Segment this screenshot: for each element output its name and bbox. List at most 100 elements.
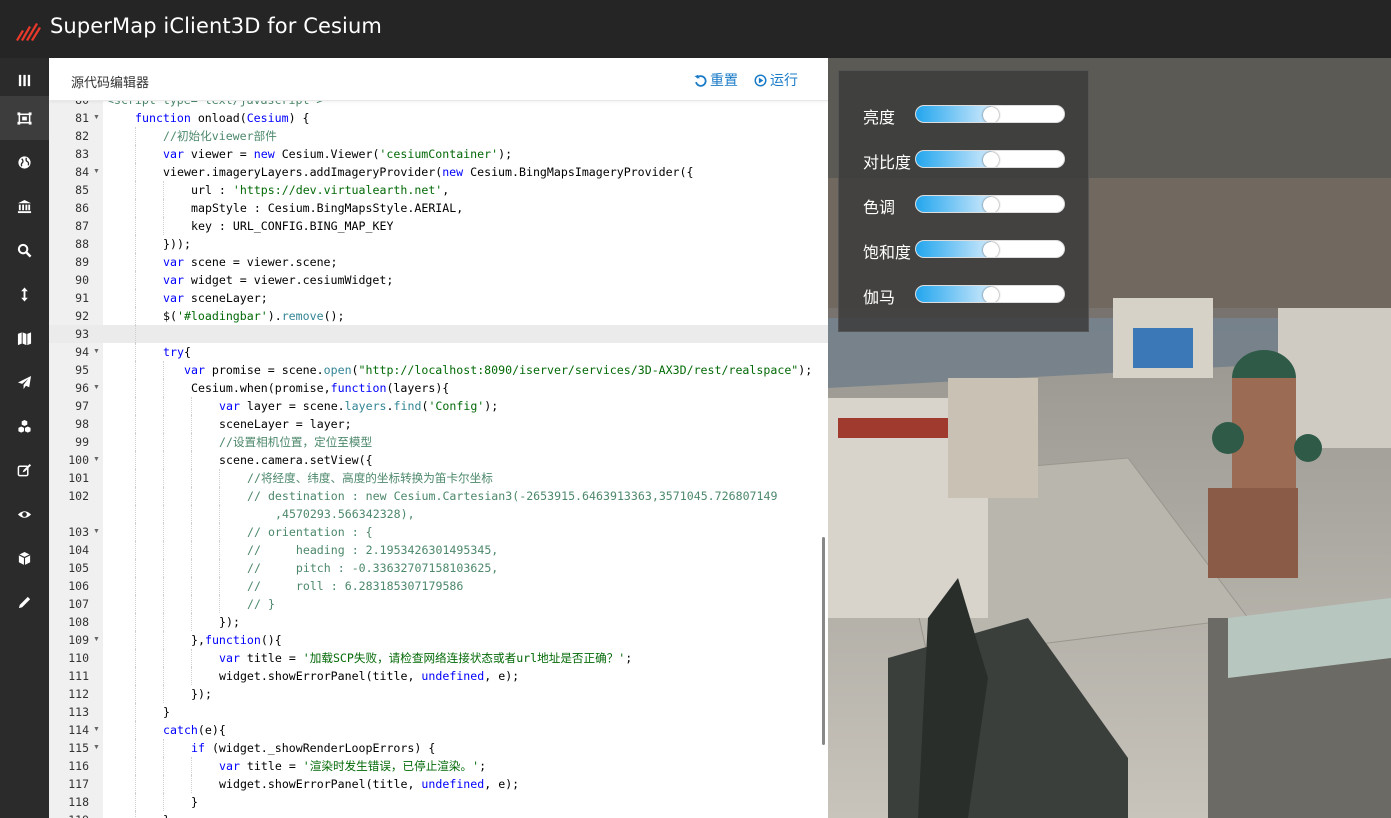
fold-arrow-icon[interactable]: ▼ bbox=[93, 379, 100, 397]
adjust-slider[interactable] bbox=[915, 285, 1065, 303]
code-line[interactable]: 101 //将经度、纬度、高度的坐标转换为笛卡尔坐标 bbox=[49, 469, 828, 487]
sidebar-item-cube[interactable] bbox=[0, 536, 49, 580]
fold-arrow-icon[interactable]: ▼ bbox=[93, 343, 100, 361]
indent-guide bbox=[135, 685, 136, 703]
slider-thumb[interactable] bbox=[983, 107, 999, 122]
line-number: 113 bbox=[68, 705, 89, 719]
sidebar-item-building[interactable] bbox=[0, 184, 49, 228]
fold-arrow-icon[interactable]: ▼ bbox=[93, 451, 100, 469]
adjust-slider[interactable] bbox=[915, 195, 1065, 213]
code-line[interactable]: 95 var promise = scene.open("http://local… bbox=[49, 361, 828, 379]
indent-guide bbox=[135, 811, 136, 818]
indent-guide bbox=[135, 217, 136, 235]
adjust-slider[interactable] bbox=[915, 240, 1065, 258]
sidebar-item-cubes[interactable] bbox=[0, 404, 49, 448]
code-line[interactable]: 119} bbox=[49, 811, 828, 818]
indent-guide bbox=[163, 757, 164, 775]
code-line[interactable]: 87 key : URL_CONFIG.BING_MAP_KEY bbox=[49, 217, 828, 235]
code-line[interactable]: 106 // roll : 6.283185307179586 bbox=[49, 577, 828, 595]
fold-arrow-icon[interactable]: ▼ bbox=[93, 109, 100, 127]
code-line[interactable]: 92 $('#loadingbar').remove(); bbox=[49, 307, 828, 325]
sidebar-item-globe[interactable] bbox=[0, 140, 49, 184]
code-line[interactable]: 103 ▼ // orientation : { bbox=[49, 523, 828, 541]
code-line[interactable]: 104 // heading : 2.1953426301495345, bbox=[49, 541, 828, 559]
indent-guide bbox=[135, 271, 136, 289]
sidebar-item-send[interactable] bbox=[0, 360, 49, 404]
code-line[interactable]: 100 ▼ scene.camera.setView({ bbox=[49, 451, 828, 469]
indent-guide bbox=[135, 127, 136, 145]
adjust-slider[interactable] bbox=[915, 150, 1065, 168]
code-line[interactable]: 118} bbox=[49, 793, 828, 811]
code-token: open bbox=[323, 363, 352, 377]
code-line[interactable]: 117 widget.showErrorPanel(title, undefine… bbox=[49, 775, 828, 793]
code-line[interactable]: 84 ▼ viewer.imageryLayers.addImageryProvid… bbox=[49, 163, 828, 181]
code-line[interactable]: 86 mapStyle : Cesium.BingMapsStyle.AERIAL… bbox=[49, 199, 828, 217]
indent-guide bbox=[219, 559, 220, 577]
code-line[interactable]: 109 ▼},function(){ bbox=[49, 631, 828, 649]
indent-guide bbox=[163, 559, 164, 577]
code-line[interactable]: 113} bbox=[49, 703, 828, 721]
editor-scrollbar[interactable] bbox=[822, 537, 825, 745]
code-line[interactable]: 97 var layer = scene.layers.find('Config'… bbox=[49, 397, 828, 415]
code-line[interactable]: 99 //设置相机位置，定位至模型 bbox=[49, 433, 828, 451]
fold-arrow-icon[interactable]: ▼ bbox=[93, 523, 100, 541]
run-button[interactable]: 运行 bbox=[754, 70, 798, 90]
sidebar-item-eye[interactable] bbox=[0, 492, 49, 536]
reset-button[interactable]: 重置 bbox=[694, 70, 738, 90]
code-line[interactable]: 96 ▼ Cesium.when(promise,function(layers){ bbox=[49, 379, 828, 397]
code-token: var bbox=[219, 759, 240, 773]
code-line[interactable]: 115 ▼ if (widget._showRenderLoopErrors) { bbox=[49, 739, 828, 757]
code-text: try{ bbox=[163, 343, 191, 361]
code-line[interactable]: 91 var sceneLayer; bbox=[49, 289, 828, 307]
fold-arrow-icon[interactable]: ▼ bbox=[93, 739, 100, 757]
code-line[interactable]: 98 sceneLayer = layer; bbox=[49, 415, 828, 433]
slider-thumb[interactable] bbox=[983, 242, 999, 257]
indent-guide bbox=[191, 523, 192, 541]
code-line[interactable]: 110 var title = '加载SCP失败，请检查网络连接状态或者url地址… bbox=[49, 649, 828, 667]
sidebar-item-map[interactable] bbox=[0, 316, 49, 360]
code-line[interactable]: 111 widget.showErrorPanel(title, undefine… bbox=[49, 667, 828, 685]
code-line[interactable]: 83 var viewer = new Cesium.Viewer('cesium… bbox=[49, 145, 828, 163]
slider-thumb[interactable] bbox=[983, 152, 999, 167]
code-token: function bbox=[330, 381, 387, 395]
code-line[interactable]: 80 <script type="text/javascript"> bbox=[49, 100, 828, 109]
code-line[interactable]: 88})); bbox=[49, 235, 828, 253]
indent-guide bbox=[191, 577, 192, 595]
code-line[interactable]: 94 ▼ try{ bbox=[49, 343, 828, 361]
code-line[interactable]: 108}); bbox=[49, 613, 828, 631]
fold-arrow-icon[interactable]: ▼ bbox=[93, 163, 100, 181]
code-text: var title = '渲染时发生错误，已停止渲染。'; bbox=[219, 757, 486, 775]
slider-thumb[interactable] bbox=[983, 197, 999, 212]
sidebar-item-frame[interactable] bbox=[0, 96, 49, 140]
code-token: . bbox=[386, 399, 394, 413]
indent-guide bbox=[163, 523, 164, 541]
line-number: 89 bbox=[75, 255, 89, 269]
adjust-slider[interactable] bbox=[915, 105, 1065, 123]
code-line[interactable]: 81 ▼ function onload(Cesium) { bbox=[49, 109, 828, 127]
code-line[interactable]: 105 // pitch : -0.33632707158103625, bbox=[49, 559, 828, 577]
code-text: // roll : 6.283185307179586 bbox=[247, 577, 463, 595]
code-line[interactable]: 90 var widget = viewer.cesiumWidget; bbox=[49, 271, 828, 289]
code-token: } bbox=[163, 813, 170, 818]
code-line[interactable]: 116 var title = '渲染时发生错误，已停止渲染。'; bbox=[49, 757, 828, 775]
code-line[interactable]: 89 var scene = viewer.scene; bbox=[49, 253, 828, 271]
code-line[interactable]: ,4570293.566342328), bbox=[49, 505, 828, 523]
code-line[interactable]: 102 // destination : new Cesium.Cartesian… bbox=[49, 487, 828, 505]
code-line[interactable]: 82 //初始化viewer部件 bbox=[49, 127, 828, 145]
sidebar-item-pencil[interactable] bbox=[0, 580, 49, 624]
code-line[interactable]: 93 bbox=[49, 325, 828, 343]
code-editor[interactable]: 80 <script type="text/javascript"> 81 ▼ func… bbox=[49, 100, 828, 818]
sidebar-item-search[interactable] bbox=[0, 228, 49, 272]
code-token: widget.showErrorPanel(title, bbox=[219, 669, 422, 683]
code-token: // heading : 2.1953426301495345, bbox=[247, 543, 499, 557]
code-line[interactable]: 114 ▼ catch(e){ bbox=[49, 721, 828, 739]
slider-label: 色调 bbox=[863, 198, 896, 217]
sidebar-item-height[interactable] bbox=[0, 272, 49, 316]
code-line[interactable]: 107 // } bbox=[49, 595, 828, 613]
code-line[interactable]: 85 url : 'https://dev.virtualearth.net', bbox=[49, 181, 828, 199]
fold-arrow-icon[interactable]: ▼ bbox=[93, 631, 100, 649]
fold-arrow-icon[interactable]: ▼ bbox=[93, 721, 100, 739]
sidebar-item-edit[interactable] bbox=[0, 448, 49, 492]
code-line[interactable]: 112}); bbox=[49, 685, 828, 703]
slider-thumb[interactable] bbox=[983, 287, 999, 302]
